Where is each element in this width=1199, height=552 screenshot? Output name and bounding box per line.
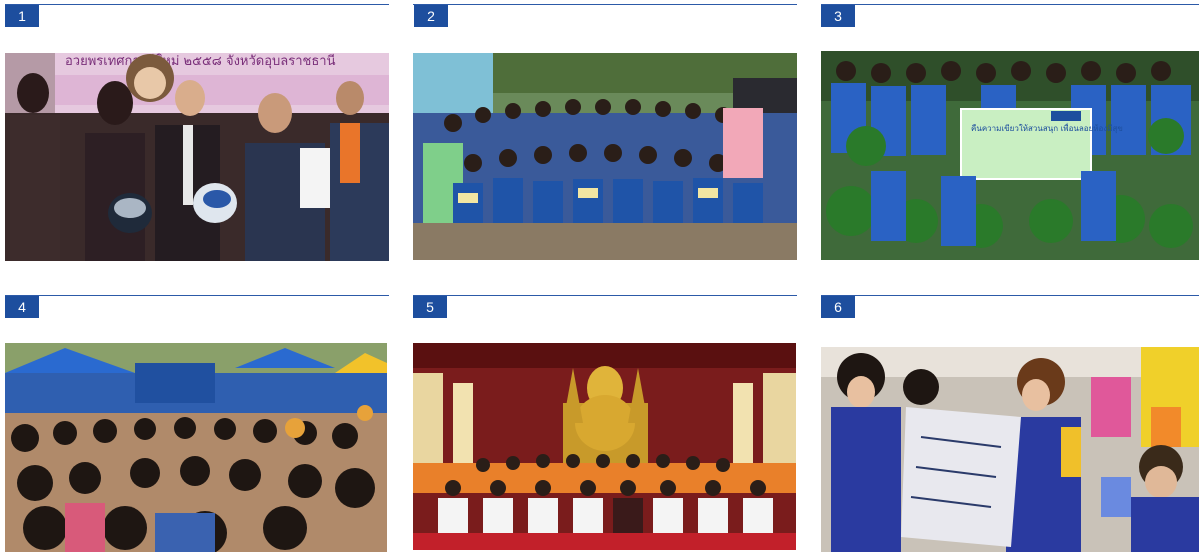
photo-number-badge: 2	[414, 5, 448, 27]
photo-number-badge: 3	[821, 5, 855, 27]
photo-number-badge: 6	[821, 296, 855, 318]
row2-rule-6	[821, 295, 1199, 296]
photo-number-badge: 5	[413, 296, 447, 318]
event-banner-text: อวยพรเทศกาลปีใหม่ ๒๕๕๘ จังหวัดอุบลราชธาน…	[65, 53, 336, 69]
row1-rule-2	[413, 4, 797, 5]
photo-children-festival	[5, 343, 387, 552]
photo-number-badge: 1	[5, 5, 39, 27]
sign-text: คืนความเขียวให้สวนสนุก เพื่อนลอยห้องมีสุ…	[971, 122, 1123, 133]
photo-volunteers-aprons	[821, 347, 1199, 552]
row2-rule-5	[413, 295, 797, 296]
photo-tree-planting: คืนความเขียวให้สวนสนุก เพื่อนลอยห้องมีสุ…	[821, 51, 1199, 260]
row2-rule-4	[5, 295, 389, 296]
row1-rule-3	[821, 4, 1199, 5]
photo-helmet-handover: อวยพรเทศกาลปีใหม่ ๒๕๕๘ จังหวัดอุบลราชธาน…	[5, 53, 389, 261]
photo-student-group	[413, 53, 797, 260]
row1-rule-1	[5, 4, 389, 5]
photo-temple-ceremony	[413, 343, 796, 550]
photo-number-badge: 4	[5, 296, 39, 318]
